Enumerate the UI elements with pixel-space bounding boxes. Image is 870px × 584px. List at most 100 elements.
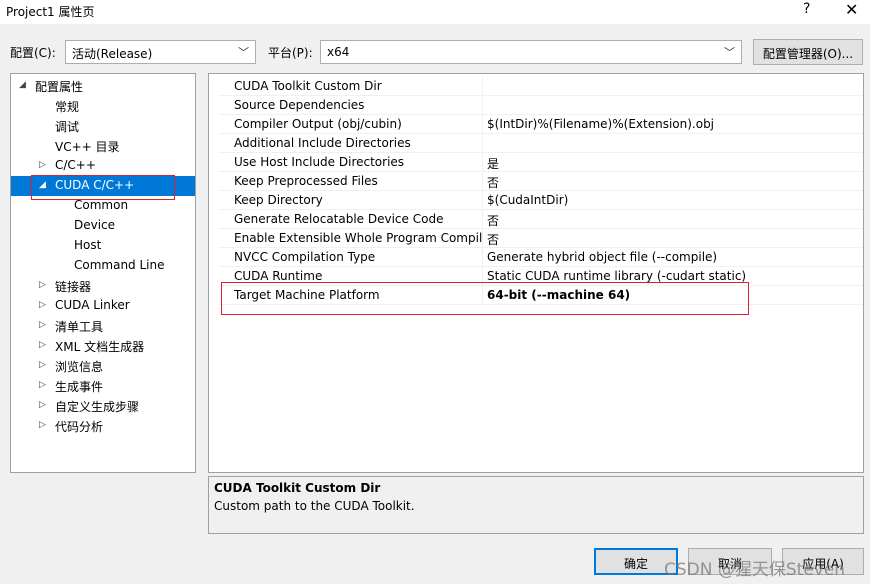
tree-item-host[interactable]: Host [11, 236, 195, 256]
expand-icon[interactable]: ▷ [39, 160, 46, 170]
config-dropdown[interactable]: 活动(Release) ﹀ [65, 40, 256, 64]
property-row[interactable]: Enable Extensible Whole Program Compila … [219, 229, 863, 248]
property-name: Keep Directory [234, 193, 323, 207]
column-divider [482, 172, 483, 191]
chevron-down-icon: ﹀ [238, 46, 249, 59]
tree-item-device[interactable]: Device [11, 216, 195, 236]
column-divider [482, 115, 483, 134]
tree-item-c-cpp[interactable]: ▷ C/C++ [11, 156, 195, 176]
expand-icon[interactable]: ▷ [39, 400, 46, 410]
tree-item-label: CUDA C/C++ [55, 178, 135, 192]
tree-item-label: XML 文档生成器 [55, 340, 145, 354]
property-row[interactable]: Target Machine Platform 64-bit (--machin… [219, 286, 863, 305]
close-button[interactable]: ✕ [845, 0, 858, 19]
property-value[interactable]: Static CUDA runtime library (-cudart sta… [487, 269, 746, 283]
property-value[interactable]: 64-bit (--machine 64) [487, 288, 630, 302]
property-name: Target Machine Platform [234, 288, 380, 302]
property-tree: ◢ 配置属性 常规 调试 VC++ 目录 ▷ C/C++ ◢ CUDA C/C+… [10, 73, 196, 473]
tree-item-manifest-tool[interactable]: ▷ 清单工具 [11, 316, 195, 336]
tree-item-label: 生成事件 [55, 380, 104, 394]
tree-item-linker[interactable]: ▷ 链接器 [11, 276, 195, 296]
tree-item-common[interactable]: Common [11, 196, 195, 216]
platform-dropdown[interactable]: x64 ﹀ [320, 40, 742, 64]
property-name: Generate Relocatable Device Code [234, 212, 444, 226]
tree-item-vc-directories[interactable]: VC++ 目录 [11, 136, 195, 156]
expand-icon[interactable]: ▷ [39, 300, 46, 310]
property-row[interactable]: Generate Relocatable Device Code 否 [219, 210, 863, 229]
property-value[interactable]: 否 [487, 212, 499, 229]
column-divider [482, 153, 483, 172]
tree-item-label: 调试 [55, 120, 80, 134]
property-value[interactable]: 是 [487, 155, 499, 172]
tree-item-custom-build-step[interactable]: ▷ 自定义生成步骤 [11, 396, 195, 416]
property-name: CUDA Toolkit Custom Dir [234, 79, 382, 93]
config-value: 活动(Release) [72, 47, 153, 61]
property-row[interactable]: Keep Preprocessed Files 否 [219, 172, 863, 191]
tree-item-label: C/C++ [55, 158, 96, 172]
column-divider [482, 191, 483, 210]
expand-icon[interactable]: ▷ [39, 340, 46, 350]
help-button[interactable]: ? [803, 1, 810, 17]
tree-item-command-line[interactable]: Command Line [11, 256, 195, 276]
tree-item-label: Device [74, 218, 116, 232]
description-title: CUDA Toolkit Custom Dir [214, 481, 381, 495]
property-row[interactable]: NVCC Compilation Type Generate hybrid ob… [219, 248, 863, 267]
expand-icon[interactable]: ▷ [39, 280, 46, 290]
tree-item-browse-info[interactable]: ▷ 浏览信息 [11, 356, 195, 376]
chevron-down-icon: ﹀ [724, 46, 735, 59]
property-name: Additional Include Directories [234, 136, 411, 150]
collapse-icon[interactable]: ◢ [19, 80, 26, 90]
column-divider [482, 96, 483, 115]
collapse-icon[interactable]: ◢ [39, 180, 46, 190]
config-label: 配置(C): [10, 46, 56, 60]
property-value[interactable]: $(CudaIntDir) [487, 193, 568, 207]
property-value[interactable]: 否 [487, 231, 499, 248]
tree-item-debugging[interactable]: 调试 [11, 116, 195, 136]
platform-label: 平台(P): [268, 46, 313, 60]
tree-item-cuda-c-cpp[interactable]: ◢ CUDA C/C++ [11, 176, 195, 196]
property-name: CUDA Runtime [234, 269, 323, 283]
tree-item-label: 清单工具 [55, 320, 104, 334]
tree-item-label: 链接器 [55, 280, 92, 294]
expand-icon[interactable]: ▷ [39, 420, 46, 430]
column-divider [482, 134, 483, 153]
property-row[interactable]: Source Dependencies [219, 96, 863, 115]
property-row[interactable]: CUDA Toolkit Custom Dir [219, 77, 863, 96]
expand-icon[interactable]: ▷ [39, 360, 46, 370]
tree-item-code-analysis[interactable]: ▷ 代码分析 [11, 416, 195, 436]
tree-item-label: Command Line [74, 258, 165, 272]
window-title: Project1 属性页 [6, 5, 95, 19]
tree-item-general[interactable]: 常规 [11, 96, 195, 116]
property-name: Keep Preprocessed Files [234, 174, 378, 188]
property-value[interactable]: 否 [487, 174, 499, 191]
property-name: Enable Extensible Whole Program Compila [234, 231, 482, 245]
property-row[interactable]: Additional Include Directories [219, 134, 863, 153]
tree-item-label: CUDA Linker [55, 298, 130, 312]
property-name: Compiler Output (obj/cubin) [234, 117, 402, 131]
property-row[interactable]: Keep Directory $(CudaIntDir) [219, 191, 863, 210]
tree-item-label: Common [74, 198, 129, 212]
tree-item-build-events[interactable]: ▷ 生成事件 [11, 376, 195, 396]
property-row[interactable]: CUDA Runtime Static CUDA runtime library… [219, 267, 863, 286]
description-text: Custom path to the CUDA Toolkit. [214, 499, 415, 513]
property-row[interactable]: Use Host Include Directories 是 [219, 153, 863, 172]
property-value[interactable]: $(IntDir)%(Filename)%(Extension).obj [487, 117, 714, 131]
tree-item-label: Host [74, 238, 102, 252]
expand-icon[interactable]: ▷ [39, 380, 46, 390]
property-name: NVCC Compilation Type [234, 250, 376, 264]
tree-item-label: VC++ 目录 [55, 140, 120, 154]
tree-item-xml-doc-generator[interactable]: ▷ XML 文档生成器 [11, 336, 195, 356]
tree-item-cuda-linker[interactable]: ▷ CUDA Linker [11, 296, 195, 316]
config-manager-button[interactable]: 配置管理器(O)... [753, 39, 863, 65]
column-divider [482, 286, 483, 305]
column-divider [482, 210, 483, 229]
property-name: Use Host Include Directories [234, 155, 405, 169]
property-row[interactable]: Compiler Output (obj/cubin) $(IntDir)%(F… [219, 115, 863, 134]
description-panel: CUDA Toolkit Custom Dir Custom path to t… [208, 476, 864, 534]
column-divider [482, 229, 483, 248]
tree-item-label: 浏览信息 [55, 360, 104, 374]
tree-item-config-properties[interactable]: ◢ 配置属性 [11, 76, 195, 96]
tree-item-label: 代码分析 [55, 420, 104, 434]
property-value[interactable]: Generate hybrid object file (--compile) [487, 250, 717, 264]
expand-icon[interactable]: ▷ [39, 320, 46, 330]
